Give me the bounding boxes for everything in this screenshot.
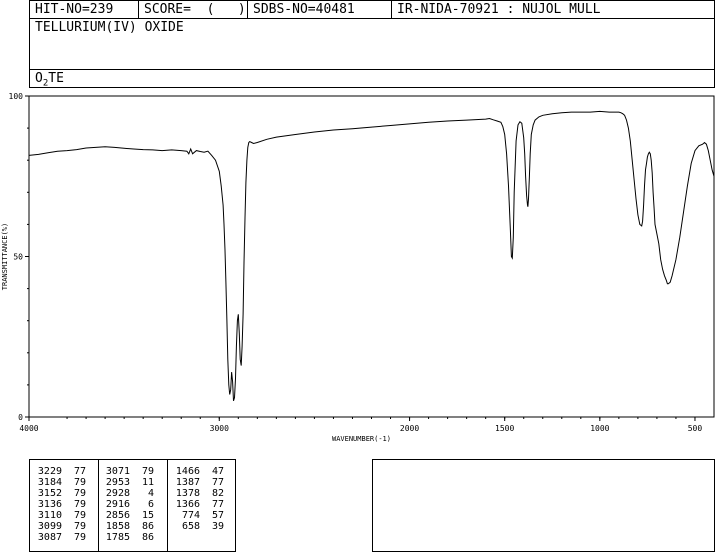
peak-transmittance: 82 bbox=[211, 488, 224, 499]
peak-wavenumber: 2928 bbox=[105, 488, 130, 499]
peak-wavenumber: 3110 bbox=[37, 510, 62, 521]
peak-row: 658 39 bbox=[170, 521, 224, 532]
x-tick-label: 3000 bbox=[210, 424, 229, 433]
header-panel: HIT-NO=239 SCORE= ( ) SDBS-NO=40481 IR-N… bbox=[29, 0, 715, 89]
peak-wavenumber: 1378 bbox=[175, 488, 200, 499]
peak-column-3: 1466 47 1387 77 1378 82 1366 77 774 57 658 39 bbox=[170, 466, 224, 532]
peak-row: 3184 79 bbox=[32, 477, 86, 488]
peak-row: 3136 79 bbox=[32, 499, 86, 510]
peak-row: 2928 4 bbox=[100, 488, 154, 499]
peak-wavenumber: 2916 bbox=[105, 499, 130, 510]
peak-wavenumber: 658 bbox=[181, 521, 200, 532]
header-rule bbox=[30, 18, 714, 19]
peak-transmittance: 79 bbox=[73, 477, 86, 488]
peak-row: 1785 86 bbox=[100, 532, 154, 543]
peak-wavenumber: 3071 bbox=[105, 466, 130, 477]
peak-wavenumber: 1366 bbox=[175, 499, 200, 510]
peak-row: 3229 77 bbox=[32, 466, 86, 477]
peak-transmittance: 11 bbox=[141, 477, 154, 488]
peak-row: 3152 79 bbox=[32, 488, 86, 499]
y-axis-label: TRANSMITTANCE(%) bbox=[1, 223, 9, 290]
peak-row: 3099 79 bbox=[32, 521, 86, 532]
peak-transmittance: 79 bbox=[73, 532, 86, 543]
peak-transmittance: 79 bbox=[73, 488, 86, 499]
peak-transmittance: 47 bbox=[211, 466, 224, 477]
peak-column-1: 3229 77 3184 79 3152 79 3136 79 3110 79 3099 79 3087… bbox=[32, 466, 86, 543]
peak-transmittance: 77 bbox=[211, 477, 224, 488]
peak-wavenumber: 3087 bbox=[37, 532, 62, 543]
peak-wavenumber: 2856 bbox=[105, 510, 130, 521]
peak-row: 3071 79 bbox=[100, 466, 154, 477]
peak-transmittance: 79 bbox=[141, 466, 154, 477]
x-tick-label: 1000 bbox=[590, 424, 609, 433]
peak-wavenumber: 3152 bbox=[37, 488, 62, 499]
peak-transmittance: 79 bbox=[73, 510, 86, 521]
peak-transmittance: 86 bbox=[141, 532, 154, 543]
y-tick-label: 100 bbox=[9, 92, 24, 101]
formula-rule bbox=[30, 69, 714, 70]
peak-transmittance: 86 bbox=[141, 521, 154, 532]
peak-row: 1387 77 bbox=[170, 477, 224, 488]
peak-row: 774 57 bbox=[170, 510, 224, 521]
peak-row: 3087 79 bbox=[32, 532, 86, 543]
peak-transmittance: 39 bbox=[211, 521, 224, 532]
peak-transmittance: 77 bbox=[211, 499, 224, 510]
peak-row: 1378 82 bbox=[170, 488, 224, 499]
spectrum-line bbox=[28, 110, 715, 402]
peak-wavenumber: 1387 bbox=[175, 477, 200, 488]
peak-row: 1858 86 bbox=[100, 521, 154, 532]
peak-transmittance: 79 bbox=[73, 499, 86, 510]
peak-row: 3110 79 bbox=[32, 510, 86, 521]
compound-name: TELLURIUM(IV) OXIDE bbox=[35, 20, 184, 35]
peak-row: 1466 47 bbox=[170, 466, 224, 477]
peak-row: 1366 77 bbox=[170, 499, 224, 510]
peak-wavenumber: 3099 bbox=[37, 521, 62, 532]
peak-row: 2916 6 bbox=[100, 499, 154, 510]
score: SCORE= ( ) bbox=[144, 2, 246, 17]
peak-wavenumber: 3136 bbox=[37, 499, 62, 510]
peak-table-divider bbox=[98, 460, 99, 551]
x-tick-label: 500 bbox=[688, 424, 703, 433]
plot-frame bbox=[28, 95, 715, 418]
hit-number: HIT-NO=239 bbox=[35, 2, 114, 17]
y-tick-label: 50 bbox=[13, 253, 23, 262]
x-axis-label: WAVENUMBER(-1) bbox=[332, 435, 391, 443]
peak-table: 3229 77 3184 79 3152 79 3136 79 3110 79 3099 79 3087… bbox=[29, 459, 236, 552]
peak-wavenumber: 1466 bbox=[175, 466, 200, 477]
peak-row: 2856 15 bbox=[100, 510, 154, 521]
peak-wavenumber: 1785 bbox=[105, 532, 130, 543]
peak-transmittance: 79 bbox=[73, 521, 86, 532]
peak-transmittance: 77 bbox=[73, 466, 86, 477]
peak-row: 2953 11 bbox=[100, 477, 154, 488]
sdbs-number: SDBS-NO=40481 bbox=[253, 2, 355, 17]
x-tick-label: 4000 bbox=[19, 424, 38, 433]
peak-table-divider bbox=[167, 460, 168, 551]
peak-transmittance: 15 bbox=[141, 510, 154, 521]
peak-wavenumber: 774 bbox=[181, 510, 200, 521]
peak-transmittance: 4 bbox=[147, 488, 154, 499]
x-tick-label: 1500 bbox=[495, 424, 514, 433]
peak-transmittance: 6 bbox=[147, 499, 154, 510]
peak-wavenumber: 1858 bbox=[105, 521, 130, 532]
notes-box bbox=[372, 459, 715, 552]
peak-wavenumber: 3229 bbox=[37, 466, 62, 477]
peak-transmittance: 57 bbox=[211, 510, 224, 521]
x-tick-label: 2000 bbox=[400, 424, 419, 433]
y-tick-label: 0 bbox=[18, 413, 23, 422]
peak-wavenumber: 3184 bbox=[37, 477, 62, 488]
peak-wavenumber: 2953 bbox=[105, 477, 130, 488]
peak-column-2: 3071 79 2953 11 2928 4 2916 6 2856 15 1858 86 1785 86 bbox=[100, 466, 154, 543]
ir-code: IR-NIDA-70921 : NUJOL MULL bbox=[397, 2, 601, 17]
